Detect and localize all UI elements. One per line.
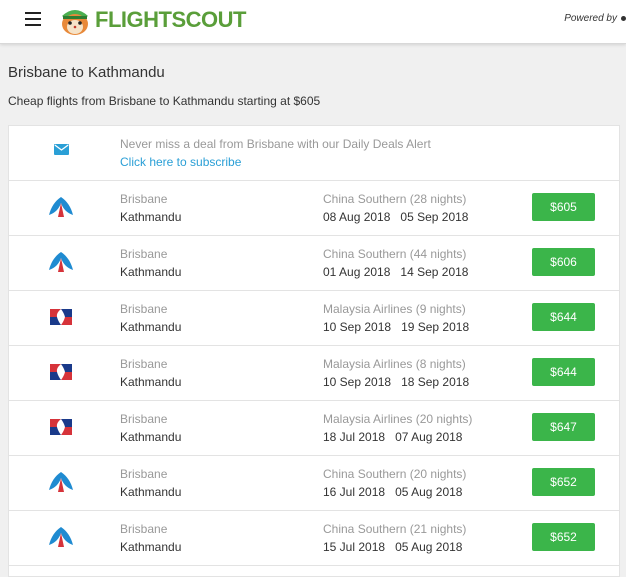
deal-dates: 10 Sep 2018 18 Sep 2018	[323, 375, 469, 389]
deal-destination: Kathmandu	[120, 540, 182, 554]
deal-row[interactable]: Brisbane Kathmandu Malaysia Airlines (8 ni…	[9, 346, 619, 401]
deal-destination: Kathmandu	[120, 375, 182, 389]
malaysia-airlines-logo-icon	[47, 360, 75, 384]
subscribe-link[interactable]: Click here to subscribe	[120, 155, 241, 169]
powered-by: Powered by	[564, 13, 626, 24]
brand-part-2: SCOUT	[171, 7, 246, 32]
malaysia-airlines-logo-icon	[47, 305, 75, 329]
top-bar: FLIGHTSCOUT Powered by	[0, 0, 626, 44]
deal-origin: Brisbane	[120, 412, 168, 426]
deal-dates: 15 Jul 2018 05 Aug 2018	[323, 540, 462, 554]
deal-origin: Brisbane	[120, 522, 168, 536]
deal-depart-date: 01 Aug 2018	[323, 265, 391, 279]
price-button[interactable]: $652	[532, 468, 595, 496]
deal-list: Brisbane Kathmandu China Southern (28 nigh…	[9, 181, 619, 566]
deal-origin: Brisbane	[120, 467, 168, 481]
deal-destination: Kathmandu	[120, 320, 182, 334]
deal-return-date: 05 Aug 2018	[395, 485, 463, 499]
deal-dates: 10 Sep 2018 19 Sep 2018	[323, 320, 469, 334]
powered-by-logo-icon	[621, 15, 626, 21]
deal-airline: Malaysia Airlines (20 nights)	[323, 412, 473, 426]
deal-origin: Brisbane	[120, 192, 168, 206]
deal-return-date: 05 Sep 2018	[400, 210, 469, 224]
brand-name: FLIGHTSCOUT	[95, 2, 246, 38]
powered-by-label: Powered by	[564, 13, 617, 24]
deal-dates: 16 Jul 2018 05 Aug 2018	[323, 485, 462, 499]
page-title: Brisbane to Kathmandu	[8, 64, 165, 81]
price-button[interactable]: $647	[532, 413, 595, 441]
hamster-logo-icon	[62, 10, 88, 35]
deal-depart-date: 16 Jul 2018	[323, 485, 386, 499]
china-southern-logo-icon	[47, 250, 75, 274]
subscribe-text: Never miss a deal from Brisbane with our…	[120, 137, 431, 151]
deal-destination: Kathmandu	[120, 430, 182, 444]
brand-part-1: FLIGHT	[95, 7, 172, 32]
deal-origin: Brisbane	[120, 357, 168, 371]
deal-airline: China Southern (21 nights)	[323, 522, 467, 536]
china-southern-logo-icon	[47, 470, 75, 494]
deal-depart-date: 10 Sep 2018	[323, 375, 392, 389]
china-southern-logo-icon	[47, 195, 75, 219]
deal-depart-date: 18 Jul 2018	[323, 430, 386, 444]
price-button[interactable]: $606	[532, 248, 595, 276]
deal-airline: China Southern (28 nights)	[323, 192, 467, 206]
deal-row[interactable]: Brisbane Kathmandu China Southern (28 nigh…	[9, 181, 619, 236]
deal-depart-date: 10 Sep 2018	[323, 320, 392, 334]
deal-destination: Kathmandu	[120, 210, 182, 224]
deal-origin: Brisbane	[120, 302, 168, 316]
deal-airline: China Southern (20 nights)	[323, 467, 467, 481]
malaysia-airlines-logo-icon	[47, 415, 75, 439]
mail-icon	[54, 144, 69, 155]
deal-row[interactable]: Brisbane Kathmandu China Southern (20 nigh…	[9, 456, 619, 511]
deal-row[interactable]: Brisbane Kathmandu Malaysia Airlines (9 ni…	[9, 291, 619, 346]
deal-return-date: 05 Aug 2018	[395, 540, 463, 554]
deal-return-date: 18 Sep 2018	[401, 375, 470, 389]
deal-depart-date: 15 Jul 2018	[323, 540, 386, 554]
deal-airline: Malaysia Airlines (9 nights)	[323, 302, 466, 316]
china-southern-logo-icon	[47, 525, 75, 549]
deal-row[interactable]: Brisbane Kathmandu Malaysia Airlines (20 n…	[9, 401, 619, 456]
deal-depart-date: 08 Aug 2018	[323, 210, 391, 224]
deal-origin: Brisbane	[120, 247, 168, 261]
deal-dates: 18 Jul 2018 07 Aug 2018	[323, 430, 462, 444]
deal-row[interactable]: Brisbane Kathmandu China Southern (21 nigh…	[9, 511, 619, 566]
deal-destination: Kathmandu	[120, 485, 182, 499]
logo[interactable]: FLIGHTSCOUT	[57, 2, 246, 38]
deal-return-date: 19 Sep 2018	[401, 320, 470, 334]
price-button[interactable]: $652	[532, 523, 595, 551]
deal-row[interactable]: Brisbane Kathmandu China Southern (44 nigh…	[9, 236, 619, 291]
page-subtitle: Cheap flights from Brisbane to Kathmandu…	[8, 94, 321, 108]
deal-return-date: 14 Sep 2018	[400, 265, 469, 279]
deal-airline: Malaysia Airlines (8 nights)	[323, 357, 466, 371]
subscribe-banner: Never miss a deal from Brisbane with our…	[9, 126, 619, 181]
price-button[interactable]: $605	[532, 193, 595, 221]
deal-dates: 08 Aug 2018 05 Sep 2018	[323, 210, 468, 224]
price-button[interactable]: $644	[532, 358, 595, 386]
deal-dates: 01 Aug 2018 14 Sep 2018	[323, 265, 468, 279]
price-button[interactable]: $644	[532, 303, 595, 331]
deal-airline: China Southern (44 nights)	[323, 247, 467, 261]
menu-icon[interactable]	[25, 12, 41, 26]
deal-return-date: 07 Aug 2018	[395, 430, 463, 444]
deals-card: Never miss a deal from Brisbane with our…	[8, 125, 620, 577]
deal-destination: Kathmandu	[120, 265, 182, 279]
